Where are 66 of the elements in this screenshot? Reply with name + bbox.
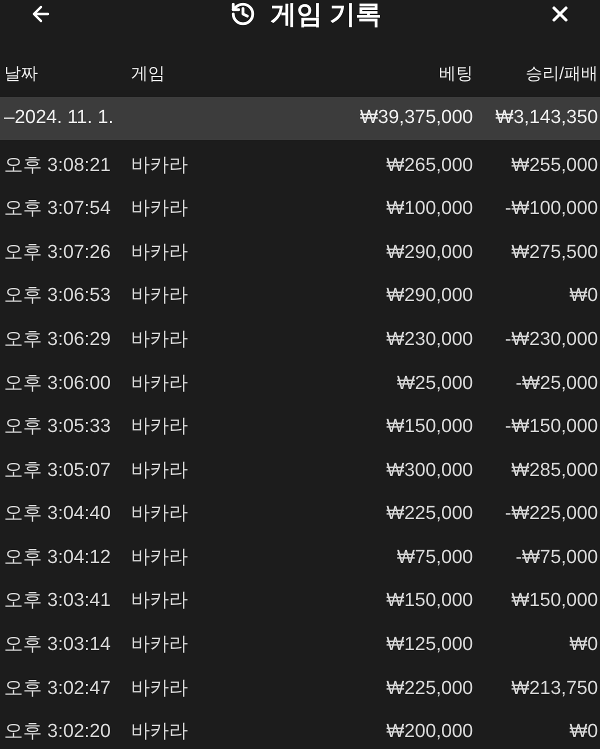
bet-cell-text: ₩75,000 bbox=[396, 546, 473, 570]
result-cell-text: -₩75,000 bbox=[516, 546, 598, 570]
result-cell-text: -₩225,000 bbox=[505, 502, 598, 526]
game-cell-text: 바카라 bbox=[131, 328, 189, 352]
result-cell-text: ₩285,000 bbox=[511, 458, 598, 483]
result-cell-text: ₩0 bbox=[570, 720, 598, 744]
game-cell-text: 바카라 bbox=[131, 154, 189, 178]
time-cell-text: 오후 3:07:26 bbox=[4, 240, 112, 265]
column-header[interactable]: 날짜 bbox=[4, 61, 131, 87]
time-cell-text: 오후 3:05:33 bbox=[4, 415, 112, 440]
column-header[interactable]: 베팅 bbox=[439, 61, 473, 87]
time-cell-text: 오후 3:07:54 bbox=[4, 197, 112, 222]
result-cell-text: ₩255,000 bbox=[511, 154, 598, 178]
result-cell-text: ₩275,500 bbox=[511, 240, 598, 265]
bet-cell-text: ₩25,000 bbox=[396, 372, 473, 396]
game-cell-text: 바카라 bbox=[131, 372, 189, 396]
time-cell-text: 오후 3:04:12 bbox=[4, 546, 112, 570]
group-date: –2024. 11. 1. bbox=[4, 106, 115, 130]
time-cell-text: 오후 3:06:00 bbox=[4, 372, 112, 396]
column-header[interactable]: 승리/패배 bbox=[525, 61, 598, 87]
result-cell-text: -₩150,000 bbox=[505, 415, 598, 440]
group-bet-total: ₩39,375,000 bbox=[360, 106, 473, 130]
window-title: 게임 기록 bbox=[270, 1, 382, 27]
date-group-row[interactable]: –2024. 11. 1. ₩39,375,000 ₩3,143,350 bbox=[0, 97, 600, 140]
game-cell-text: 바카라 bbox=[131, 676, 189, 701]
bet-cell-text: ₩150,000 bbox=[386, 589, 473, 614]
bet-cell-text: ₩100,000 bbox=[386, 197, 473, 222]
result-cell-text: ₩0 bbox=[570, 633, 598, 658]
result-cell-text: -₩230,000 bbox=[505, 328, 598, 352]
game-cell-text: 바카라 bbox=[131, 546, 189, 570]
bet-cell-text: ₩225,000 bbox=[386, 676, 473, 701]
bet-cell-text: ₩290,000 bbox=[386, 240, 473, 265]
result-cell-text: ₩213,750 bbox=[511, 676, 598, 701]
game-cell-text: 바카라 bbox=[131, 458, 189, 483]
bet-cell-text: ₩300,000 bbox=[386, 458, 473, 483]
bet-cell-text: ₩200,000 bbox=[386, 720, 473, 744]
time-cell-text: 오후 3:03:41 bbox=[4, 589, 112, 614]
bet-cell-text: ₩265,000 bbox=[386, 154, 473, 178]
result-cell-text: ₩0 bbox=[570, 284, 598, 308]
bet-cell-text: ₩125,000 bbox=[386, 633, 473, 658]
bet-cell-text: ₩225,000 bbox=[386, 502, 473, 526]
game-cell-text: 바카라 bbox=[131, 633, 189, 658]
time-cell-text: 오후 3:08:21 bbox=[4, 154, 112, 178]
game-cell-text: 바카라 bbox=[131, 284, 189, 308]
group-result-total: ₩3,143,350 bbox=[496, 106, 598, 130]
bet-cell-text: ₩290,000 bbox=[386, 284, 473, 308]
game-cell-text: 바카라 bbox=[131, 720, 189, 744]
result-cell-text: -₩100,000 bbox=[505, 197, 598, 222]
bet-cell-text: ₩150,000 bbox=[386, 415, 473, 440]
time-cell-text: 오후 3:03:14 bbox=[4, 633, 112, 658]
result-cell-text: -₩25,000 bbox=[516, 372, 598, 396]
time-cell-text: 오후 3:06:53 bbox=[4, 284, 112, 308]
bet-cell-text: ₩230,000 bbox=[386, 328, 473, 352]
result-cell-text: ₩150,000 bbox=[511, 589, 598, 614]
time-cell-text: 오후 3:04:40 bbox=[4, 502, 112, 526]
game-cell-text: 바카라 bbox=[131, 589, 189, 614]
game-cell-text: 바카라 bbox=[131, 415, 189, 440]
time-cell-text: 오후 3:02:20 bbox=[4, 720, 112, 744]
time-cell-text: 오후 3:02:47 bbox=[4, 676, 112, 701]
column-header[interactable]: 게임 bbox=[131, 61, 348, 87]
time-cell-text: 오후 3:05:07 bbox=[4, 458, 112, 483]
game-cell-text: 바카라 bbox=[131, 502, 189, 526]
history-icon bbox=[230, 1, 256, 27]
game-cell-text: 바카라 bbox=[131, 240, 189, 265]
game-cell-text: 바카라 bbox=[131, 197, 189, 222]
time-cell-text: 오후 3:06:29 bbox=[4, 328, 112, 352]
